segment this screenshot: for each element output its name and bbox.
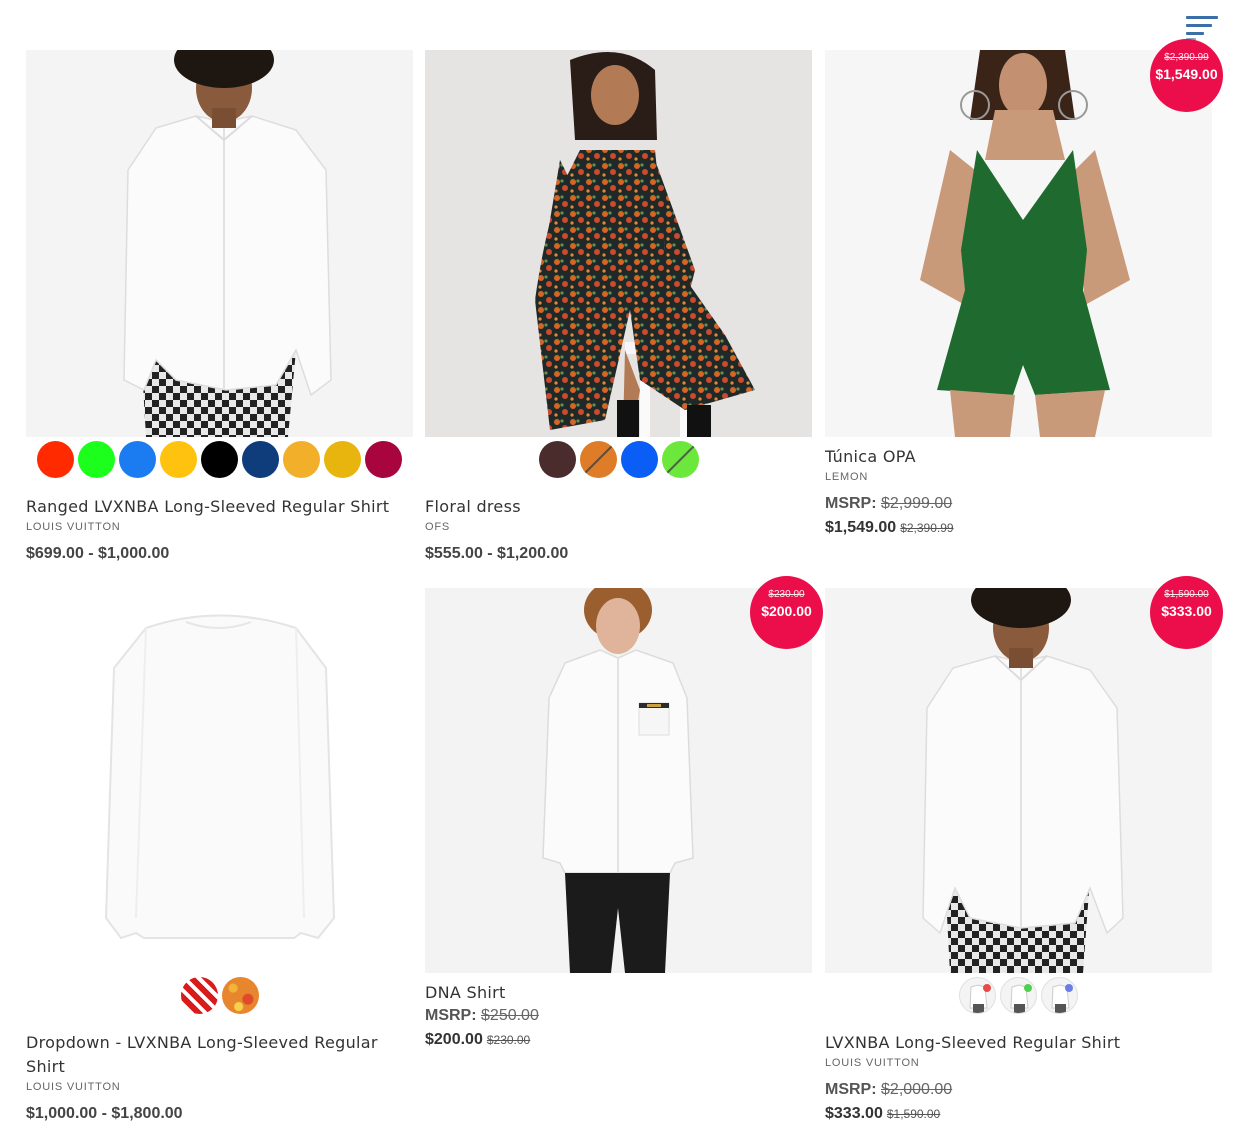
color-swatch[interactable] [538, 440, 576, 478]
product-card[interactable]: Floral dress OFS $555.00 - $1,200.00 [425, 50, 812, 566]
shirt-thumb-green-swatch[interactable] [1000, 976, 1037, 1014]
product-title[interactable]: DNA Shirt [425, 981, 812, 1005]
sale-price-line: $1,549.00 $2,390.99 [825, 516, 1212, 540]
badge-new-price: $1,549.00 [1155, 66, 1218, 82]
previous-price: $230.00 [486, 1033, 531, 1047]
color-swatch[interactable] [579, 440, 617, 478]
product-brand: LOUIS VUITTON [26, 1081, 121, 1093]
msrp-line: MSRP: $2,999.00 [825, 492, 1212, 516]
msrp-value: $250.00 [481, 1007, 539, 1024]
color-swatch[interactable] [661, 440, 699, 478]
sale-price-line: $200.00 $230.00 [425, 1028, 812, 1052]
pattern-orange-floral-swatch[interactable] [221, 976, 259, 1014]
pattern-swatches [26, 975, 413, 1015]
product-card[interactable]: Dropdown - LVXNBA Long-Sleeved Regular S… [26, 588, 413, 1126]
product-image[interactable] [425, 50, 812, 437]
color-swatch[interactable] [160, 440, 197, 478]
variant-swatches [825, 975, 1212, 1015]
previous-price: $1,590.00 [886, 1107, 941, 1121]
pattern-red-hearts-swatch[interactable] [180, 976, 218, 1014]
badge-old-price: $2,390.99 [1164, 52, 1209, 63]
product-card[interactable]: Ranged LVXNBA Long-Sleeved Regular Shirt… [26, 50, 413, 566]
product-brand: OFS [425, 521, 451, 533]
product-brand: LOUIS VUITTON [26, 521, 121, 533]
product-image[interactable] [26, 50, 413, 437]
product-card[interactable]: Túnica OPA LEMON MSRP: $2,999.00 $1,549.… [825, 50, 1212, 540]
product-title[interactable]: Ranged LVXNBA Long-Sleeved Regular Shirt [26, 495, 413, 519]
color-swatch[interactable] [324, 440, 361, 478]
color-swatch[interactable] [283, 440, 320, 478]
color-swatches [26, 439, 413, 479]
color-swatch[interactable] [365, 440, 402, 478]
current-price: $200.00 [425, 1031, 483, 1048]
sale-badge: $230.00 $200.00 [750, 576, 823, 649]
badge-old-price: $1,590.00 [1164, 589, 1209, 600]
product-brand: LEMON [825, 471, 869, 483]
badge-new-price: $333.00 [1161, 603, 1212, 619]
msrp-line: MSRP: $2,000.00 [825, 1078, 1212, 1102]
msrp-value: $2,999.00 [881, 495, 953, 512]
product-brand: LOUIS VUITTON [825, 1057, 920, 1069]
product-title[interactable]: LVXNBA Long-Sleeved Regular Shirt [825, 1031, 1212, 1055]
sale-badge: $1,590.00 $333.00 [1150, 576, 1223, 649]
current-price: $1,549.00 [825, 519, 897, 536]
shirt-thumb-red-swatch[interactable] [959, 976, 996, 1014]
color-swatch[interactable] [78, 440, 115, 478]
current-price: $333.00 [825, 1105, 883, 1122]
product-image[interactable] [825, 588, 1212, 973]
product-card[interactable]: LVXNBA Long-Sleeved Regular Shirt LOUIS … [825, 588, 1212, 1126]
msrp-label: MSRP: [825, 1081, 877, 1098]
color-swatch[interactable] [37, 440, 74, 478]
msrp-value: $2,000.00 [881, 1081, 953, 1098]
msrp-label: MSRP: [425, 1007, 477, 1024]
color-swatch[interactable] [201, 440, 238, 478]
msrp-line: MSRP: $250.00 [425, 1004, 812, 1028]
product-image[interactable] [825, 50, 1212, 437]
msrp-label: MSRP: [825, 495, 877, 512]
product-price-range: $1,000.00 - $1,800.00 [26, 1105, 183, 1122]
sale-badge: $2,390.99 $1,549.00 [1150, 39, 1223, 112]
product-price-range: $555.00 - $1,200.00 [425, 545, 569, 562]
sale-price-line: $333.00 $1,590.00 [825, 1102, 1212, 1126]
shirt-thumb-blue-swatch[interactable] [1041, 976, 1078, 1014]
color-swatch[interactable] [242, 440, 279, 478]
hamburger-menu-icon[interactable] [1186, 16, 1218, 41]
product-title[interactable]: Dropdown - LVXNBA Long-Sleeved Regular S… [26, 1031, 413, 1079]
color-swatch[interactable] [119, 440, 156, 478]
product-title[interactable]: Túnica OPA [825, 445, 1212, 469]
product-price-range: $699.00 - $1,000.00 [26, 545, 170, 562]
color-swatch[interactable] [620, 440, 658, 478]
product-image[interactable] [425, 588, 812, 973]
product-card[interactable]: DNA Shirt MSRP: $250.00 $200.00 $230.00 [425, 588, 812, 1052]
badge-new-price: $200.00 [761, 603, 812, 619]
color-swatches [425, 439, 812, 479]
previous-price: $2,390.99 [900, 521, 954, 535]
product-image[interactable] [26, 588, 413, 973]
badge-old-price: $230.00 [768, 589, 805, 600]
product-title[interactable]: Floral dress [425, 495, 812, 519]
